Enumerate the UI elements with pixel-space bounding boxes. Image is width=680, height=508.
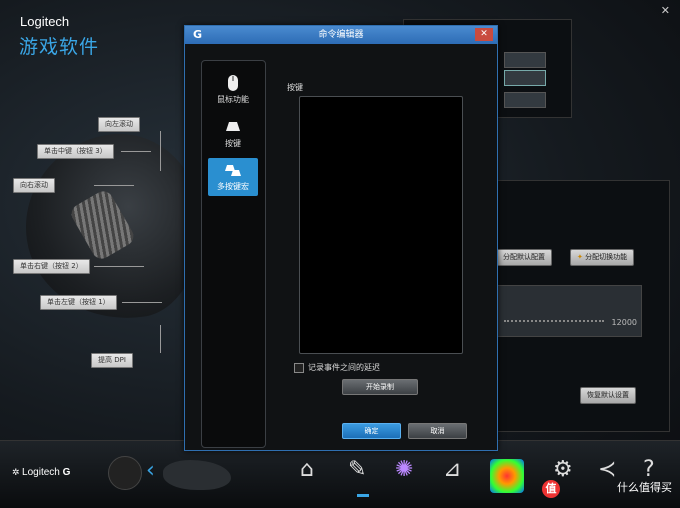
- lighting-icon[interactable]: ✺: [395, 457, 413, 482]
- nav-label: 鼠标功能: [217, 95, 249, 104]
- slider-value: 12000: [611, 318, 637, 327]
- home-icon[interactable]: ⌂: [300, 457, 314, 482]
- g-logo-icon: G: [62, 467, 71, 478]
- key-icon: [226, 122, 240, 131]
- leader-line: [160, 325, 161, 353]
- nav-keystroke[interactable]: 按键: [208, 115, 258, 153]
- start-record-button[interactable]: 开始录制: [342, 379, 418, 395]
- leader-line: [160, 131, 161, 171]
- dpi-slider[interactable]: 12000: [497, 285, 642, 337]
- switch-icon: ✦: [577, 253, 586, 261]
- nav-multikey[interactable]: 多按键宏: [208, 158, 258, 196]
- label-scroll-left[interactable]: 向左滚动: [98, 117, 140, 132]
- mouse-icon: [228, 75, 238, 91]
- watermark-badge: 值: [542, 480, 560, 498]
- cancel-button[interactable]: 取消: [408, 423, 467, 439]
- bottom-brand: ✲ Logitech G: [12, 467, 70, 478]
- multikey-icon: [225, 165, 241, 176]
- keys-input-area[interactable]: [299, 96, 463, 354]
- assign-default-button[interactable]: 分配默认配置: [496, 249, 552, 266]
- leader-line: [122, 302, 162, 303]
- assign-switch-label: 分配切换功能: [585, 253, 628, 261]
- app-brand: Logitech: [20, 14, 70, 29]
- assign-switch-button[interactable]: ✦ 分配切换功能: [570, 249, 635, 266]
- ok-button[interactable]: 确定: [342, 423, 401, 439]
- logitech-icon: ✲: [12, 467, 23, 477]
- dialog-title-bar[interactable]: G 命令编辑器 ✕: [185, 26, 497, 44]
- surface-tuning-icon[interactable]: ⊿: [443, 457, 461, 482]
- leader-line: [94, 185, 134, 186]
- device-thumb-icon[interactable]: [108, 456, 142, 490]
- record-delay-checkbox[interactable]: [294, 363, 304, 373]
- leader-line: [94, 266, 144, 267]
- label-dpi-up[interactable]: 提高 DPI: [91, 353, 133, 368]
- slider-track: [504, 320, 604, 322]
- record-delay-label: 记录事件之间的延迟: [308, 363, 380, 372]
- dialog-title: 命令编辑器: [318, 30, 364, 40]
- app-subtitle: 游戏软件: [19, 36, 100, 58]
- bottom-brand-text: Logitech: [22, 467, 60, 478]
- nav-label: 按键: [225, 139, 241, 148]
- keys-label: 按键: [287, 83, 303, 92]
- gear-icon[interactable]: ⚙: [553, 457, 573, 482]
- watermark: 什么值得买: [617, 481, 672, 494]
- panel-bar[interactable]: [504, 92, 546, 108]
- share-icon[interactable]: ≺: [598, 457, 616, 482]
- heatmap-icon[interactable]: [490, 459, 524, 493]
- panel-bar[interactable]: [504, 70, 546, 86]
- restore-default-button[interactable]: 恢复默认设置: [580, 387, 636, 404]
- dialog-close-button[interactable]: ✕: [475, 28, 493, 41]
- command-type-nav: 鼠标功能 按键 多按键宏: [201, 60, 266, 448]
- label-right-click[interactable]: 单击右键（按钮 2）: [13, 259, 90, 274]
- label-middle-click[interactable]: 单击中键（按钮 3）: [37, 144, 114, 159]
- pointer-settings-icon[interactable]: ✎: [348, 457, 366, 482]
- app-close-button[interactable]: ✕: [661, 4, 670, 17]
- active-indicator: [357, 494, 369, 497]
- nav-mouse-function[interactable]: 鼠标功能: [208, 71, 258, 109]
- label-scroll-right[interactable]: 向右滚动: [13, 178, 55, 193]
- leader-line: [121, 151, 151, 152]
- label-left-click[interactable]: 单击左键（按钮 1）: [40, 295, 117, 310]
- nav-label: 多按键宏: [217, 182, 249, 191]
- command-editor-dialog: G 命令编辑器 ✕ 鼠标功能 按键 多按键宏 按键 记录事件之间的延迟 开始录制…: [184, 25, 498, 451]
- g-logo-icon: G: [192, 28, 203, 41]
- panel-bar[interactable]: [504, 52, 546, 68]
- chevron-left-icon[interactable]: ‹: [146, 458, 155, 483]
